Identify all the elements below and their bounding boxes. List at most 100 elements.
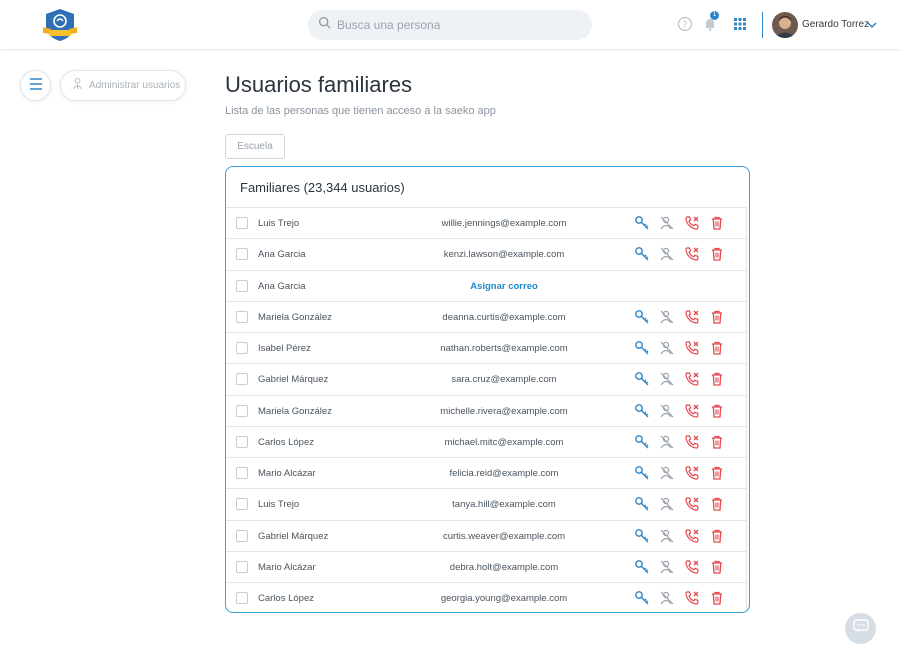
- top-bar: ? 1 Gerardo Torrez: [0, 0, 900, 50]
- phone-off-icon[interactable]: [684, 559, 700, 575]
- key-icon[interactable]: [634, 246, 650, 262]
- phone-off-icon[interactable]: [684, 340, 700, 356]
- row-checkbox[interactable]: [236, 248, 248, 261]
- remove-user-icon[interactable]: [659, 496, 675, 512]
- remove-user-icon[interactable]: [659, 434, 675, 450]
- trash-icon[interactable]: [709, 340, 725, 356]
- remove-user-icon[interactable]: [659, 403, 675, 419]
- avatar[interactable]: [772, 12, 798, 38]
- row-checkbox[interactable]: [236, 373, 248, 386]
- phone-off-icon[interactable]: [684, 528, 700, 544]
- email-cell: kenzi.lawson@example.com: [443, 249, 565, 261]
- email-cell: nathan.roberts@example.com: [440, 343, 568, 354]
- row-checkbox[interactable]: [236, 404, 248, 417]
- key-icon[interactable]: [634, 309, 650, 325]
- trash-icon[interactable]: [709, 590, 725, 606]
- user-name[interactable]: Gerardo Torrez: [802, 19, 869, 30]
- phone-off-icon[interactable]: [684, 246, 700, 262]
- row-actions: [634, 590, 725, 606]
- row-actions: [634, 246, 725, 262]
- key-icon[interactable]: [634, 340, 650, 356]
- bell-icon: [702, 19, 718, 36]
- search-input[interactable]: [337, 18, 577, 32]
- email-cell: michelle.rivera@example.com: [440, 405, 568, 417]
- trash-icon[interactable]: [709, 465, 725, 481]
- card-title: Familiares (23,344 usuarios): [240, 180, 405, 195]
- trash-icon[interactable]: [709, 528, 725, 544]
- remove-user-icon[interactable]: [659, 246, 675, 262]
- search-icon: [318, 16, 331, 34]
- trash-icon[interactable]: [709, 403, 725, 419]
- remove-user-icon[interactable]: [659, 465, 675, 481]
- menu-button[interactable]: [20, 70, 51, 101]
- row-checkbox[interactable]: [236, 310, 248, 323]
- key-icon[interactable]: [634, 465, 650, 481]
- phone-off-icon[interactable]: [684, 371, 700, 387]
- chat-icon: [852, 619, 869, 638]
- help-icon[interactable]: ?: [677, 16, 693, 32]
- trash-icon[interactable]: [709, 215, 725, 231]
- key-icon[interactable]: [634, 528, 650, 544]
- user-admin-icon: [72, 77, 83, 95]
- key-icon[interactable]: [634, 403, 650, 419]
- user-name-cell: Carlos López: [258, 593, 314, 604]
- notifications-button[interactable]: 1: [702, 11, 719, 32]
- key-icon[interactable]: [634, 590, 650, 606]
- search-bar[interactable]: [308, 10, 592, 40]
- remove-user-icon[interactable]: [659, 590, 675, 606]
- school-logo[interactable]: [41, 7, 79, 43]
- user-name-cell: Mario Alcázar: [258, 468, 316, 479]
- trash-icon[interactable]: [709, 434, 725, 450]
- trash-icon[interactable]: [709, 559, 725, 575]
- row-checkbox[interactable]: [236, 560, 248, 573]
- email-cell: curtis.weaver@example.com: [442, 530, 566, 542]
- phone-off-icon[interactable]: [684, 403, 700, 419]
- remove-user-icon[interactable]: [659, 309, 675, 325]
- row-checkbox[interactable]: [236, 529, 248, 542]
- assign-email-link[interactable]: Asignar correo: [396, 281, 612, 292]
- key-icon[interactable]: [634, 434, 650, 450]
- trash-icon[interactable]: [709, 309, 725, 325]
- row-checkbox[interactable]: [236, 342, 248, 354]
- row-checkbox[interactable]: [236, 467, 248, 479]
- user-name-cell: Mariela González: [258, 405, 332, 417]
- key-icon[interactable]: [634, 559, 650, 575]
- family-users-card: Familiares (23,344 usuarios) Luis Trejo w…: [225, 166, 750, 613]
- row-checkbox[interactable]: [236, 498, 248, 511]
- trash-icon[interactable]: [709, 246, 725, 262]
- remove-user-icon[interactable]: [659, 215, 675, 231]
- row-checkbox[interactable]: [236, 592, 248, 604]
- chevron-down-icon[interactable]: [866, 18, 878, 30]
- header-divider: [762, 12, 763, 38]
- remove-user-icon[interactable]: [659, 371, 675, 387]
- school-filter-button[interactable]: Escuela: [225, 134, 285, 159]
- key-icon[interactable]: [634, 215, 650, 231]
- svg-text:?: ?: [683, 21, 688, 31]
- phone-off-icon[interactable]: [684, 590, 700, 606]
- table-row: Ana Garcia Asignar correo: [226, 269, 747, 301]
- trash-icon[interactable]: [709, 496, 725, 512]
- key-icon[interactable]: [634, 496, 650, 512]
- row-checkbox[interactable]: [236, 217, 248, 229]
- phone-off-icon[interactable]: [684, 465, 700, 481]
- phone-off-icon[interactable]: [684, 309, 700, 325]
- row-checkbox[interactable]: [236, 435, 248, 448]
- chat-button[interactable]: [845, 613, 876, 644]
- apps-grid-icon[interactable]: [732, 16, 748, 32]
- phone-off-icon[interactable]: [684, 215, 700, 231]
- row-actions: [634, 559, 725, 575]
- user-name-cell: Mario Alcázar: [258, 561, 316, 573]
- table-row: Mariela González deanna.curtis@example.co…: [226, 300, 747, 332]
- row-checkbox[interactable]: [236, 279, 248, 292]
- key-icon[interactable]: [634, 371, 650, 387]
- remove-user-icon[interactable]: [659, 528, 675, 544]
- remove-user-icon[interactable]: [659, 340, 675, 356]
- remove-user-icon[interactable]: [659, 559, 675, 575]
- trash-icon[interactable]: [709, 371, 725, 387]
- table-row: Mario Alcázar felicia.reid@example.com: [226, 457, 747, 489]
- table-row: Luis Trejo tanya.hill@example.com: [226, 488, 747, 520]
- user-name-cell: Luis Trejo: [258, 218, 300, 229]
- phone-off-icon[interactable]: [684, 496, 700, 512]
- phone-off-icon[interactable]: [684, 434, 700, 450]
- admin-users-button[interactable]: Administrar usuarios: [60, 70, 186, 101]
